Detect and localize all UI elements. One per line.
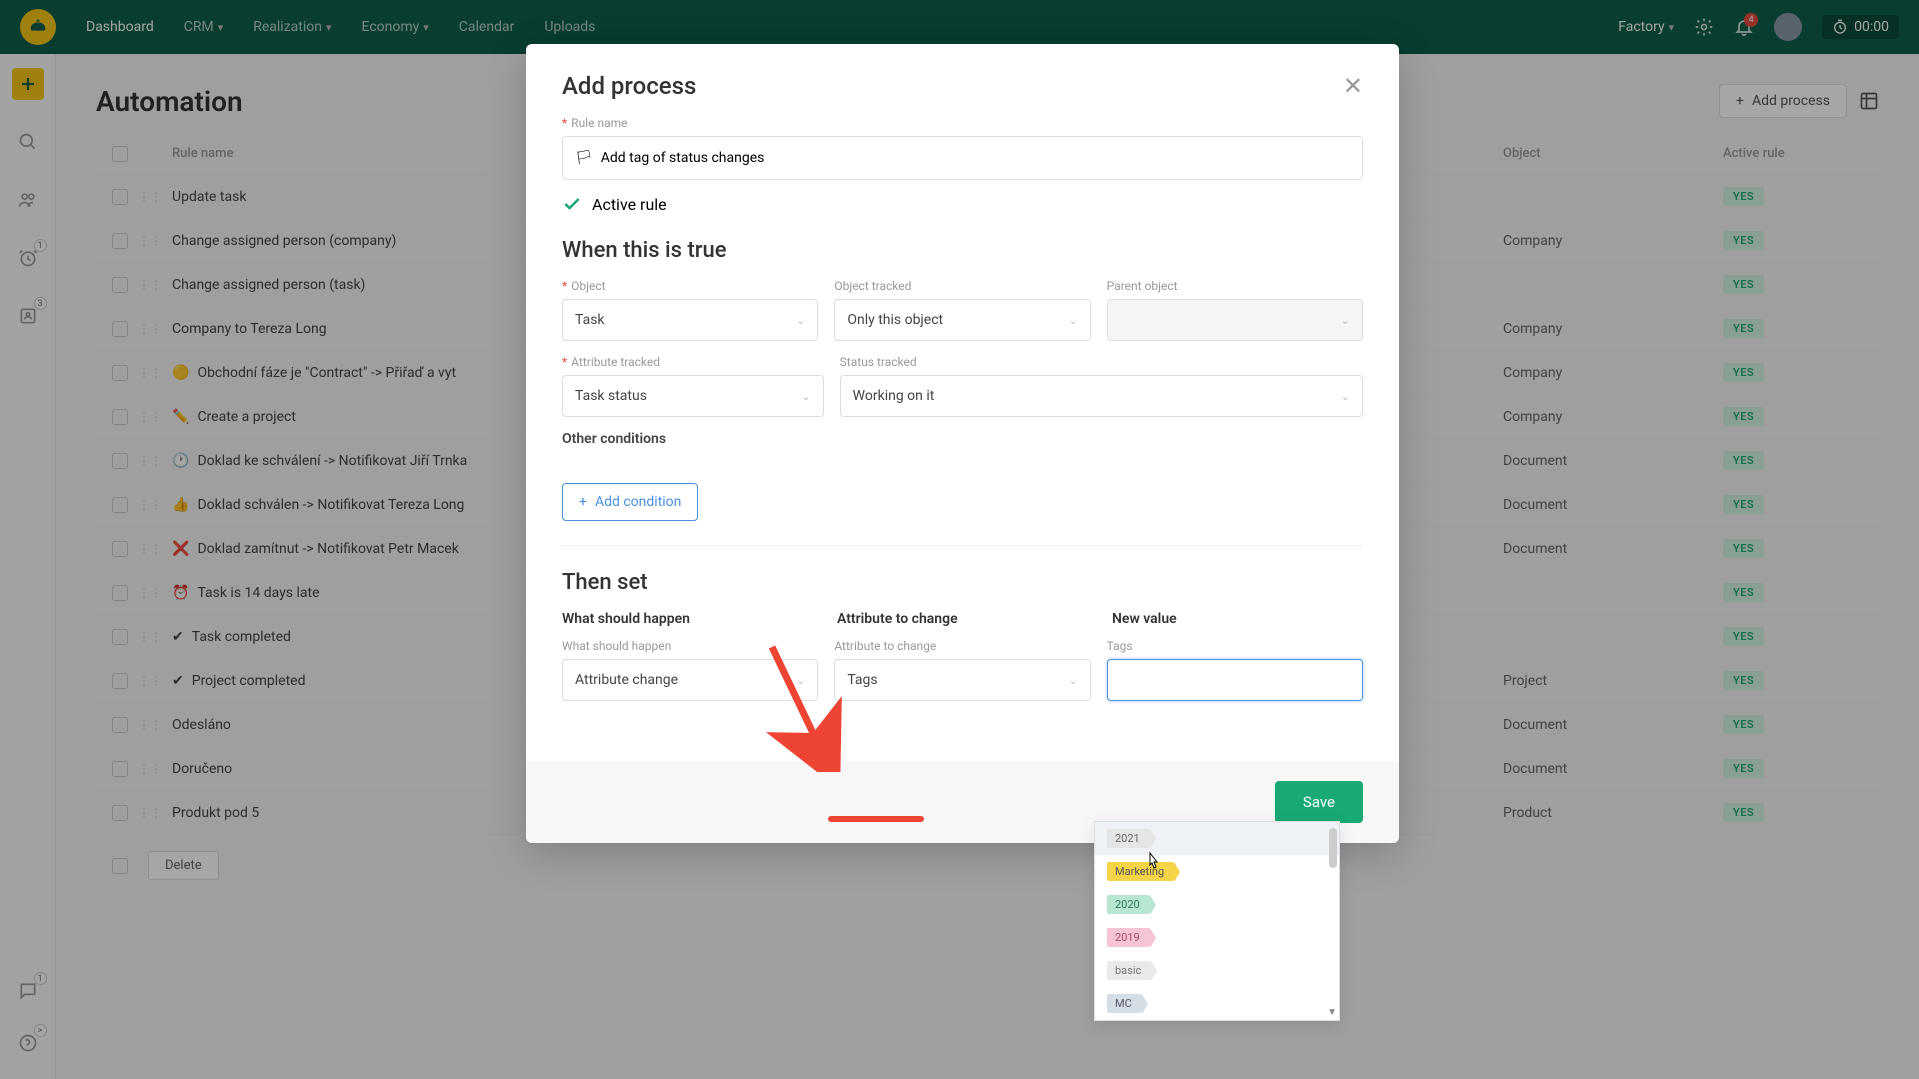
tags-select[interactable] xyxy=(1107,659,1363,701)
dropdown-item[interactable]: 2020 xyxy=(1095,888,1339,921)
scroll-down-icon[interactable]: ▼ xyxy=(1327,1007,1337,1018)
tags-dropdown[interactable]: 2021 Marketing 2020 2019 basic MC ▼ xyxy=(1094,821,1340,1021)
plus-icon: + xyxy=(579,494,587,510)
then-section-title: Then set xyxy=(562,570,1363,595)
add-condition-button[interactable]: + Add condition xyxy=(562,483,698,521)
rule-name-label: Rule name xyxy=(562,116,1363,130)
dropdown-item[interactable]: 2021 xyxy=(1095,822,1339,855)
rule-name-input[interactable]: 🏳 xyxy=(562,136,1363,180)
tag-chip: MC xyxy=(1107,994,1142,1013)
attribute-to-change-label: Attribute to change xyxy=(834,639,1090,653)
then-header-row: What should happen Attribute to change N… xyxy=(562,611,1363,627)
tag-chip: 2019 xyxy=(1107,928,1150,947)
dropdown-item[interactable]: MC xyxy=(1095,987,1339,1020)
dropdown-scrollbar[interactable] xyxy=(1329,828,1337,868)
object-label: Object xyxy=(562,279,818,293)
modal-title: Add process xyxy=(562,72,696,100)
what-should-happen-select[interactable]: Attribute change⌄ xyxy=(562,659,818,701)
attribute-tracked-select[interactable]: Task status⌄ xyxy=(562,375,824,417)
add-process-modal: Add process ✕ Rule name 🏳 Active rule Wh… xyxy=(526,44,1399,843)
dropdown-item[interactable]: 2019 xyxy=(1095,921,1339,954)
attribute-tracked-label: Attribute tracked xyxy=(562,355,824,369)
dropdown-item[interactable]: Marketing xyxy=(1095,855,1339,888)
save-button[interactable]: Save xyxy=(1275,781,1363,823)
tag-chip: 2021 xyxy=(1107,829,1150,848)
when-section-title: When this is true xyxy=(562,238,1363,263)
tag-chip: Marketing xyxy=(1107,862,1174,881)
tag-chip: basic xyxy=(1107,961,1151,980)
object-tracked-select[interactable]: Only this object⌄ xyxy=(834,299,1090,341)
object-tracked-label: Object tracked xyxy=(834,279,1090,293)
col-new-value: New value xyxy=(1112,611,1363,627)
tag-chip: 2020 xyxy=(1107,895,1150,914)
divider xyxy=(562,545,1363,546)
dropdown-item[interactable]: basic xyxy=(1095,954,1339,987)
active-rule-checkbox[interactable] xyxy=(562,194,582,214)
active-rule-label: Active rule xyxy=(592,195,667,214)
status-tracked-select[interactable]: Working on it⌄ xyxy=(840,375,1363,417)
status-tracked-label: Status tracked xyxy=(840,355,1363,369)
close-icon[interactable]: ✕ xyxy=(1343,72,1363,100)
tags-label: Tags xyxy=(1107,639,1363,653)
object-select[interactable]: Task⌄ xyxy=(562,299,818,341)
parent-object-label: Parent object xyxy=(1107,279,1363,293)
col-what-should-happen: What should happen xyxy=(562,611,813,627)
attribute-to-change-select[interactable]: Tags⌄ xyxy=(834,659,1090,701)
rule-name-field[interactable] xyxy=(601,150,1350,166)
other-conditions-title: Other conditions xyxy=(562,431,1363,447)
what-should-happen-label: What should happen xyxy=(562,639,818,653)
parent-object-select: ⌄ xyxy=(1107,299,1363,341)
col-attribute-to-change: Attribute to change xyxy=(837,611,1088,627)
flag-icon: 🏳 xyxy=(575,150,593,166)
